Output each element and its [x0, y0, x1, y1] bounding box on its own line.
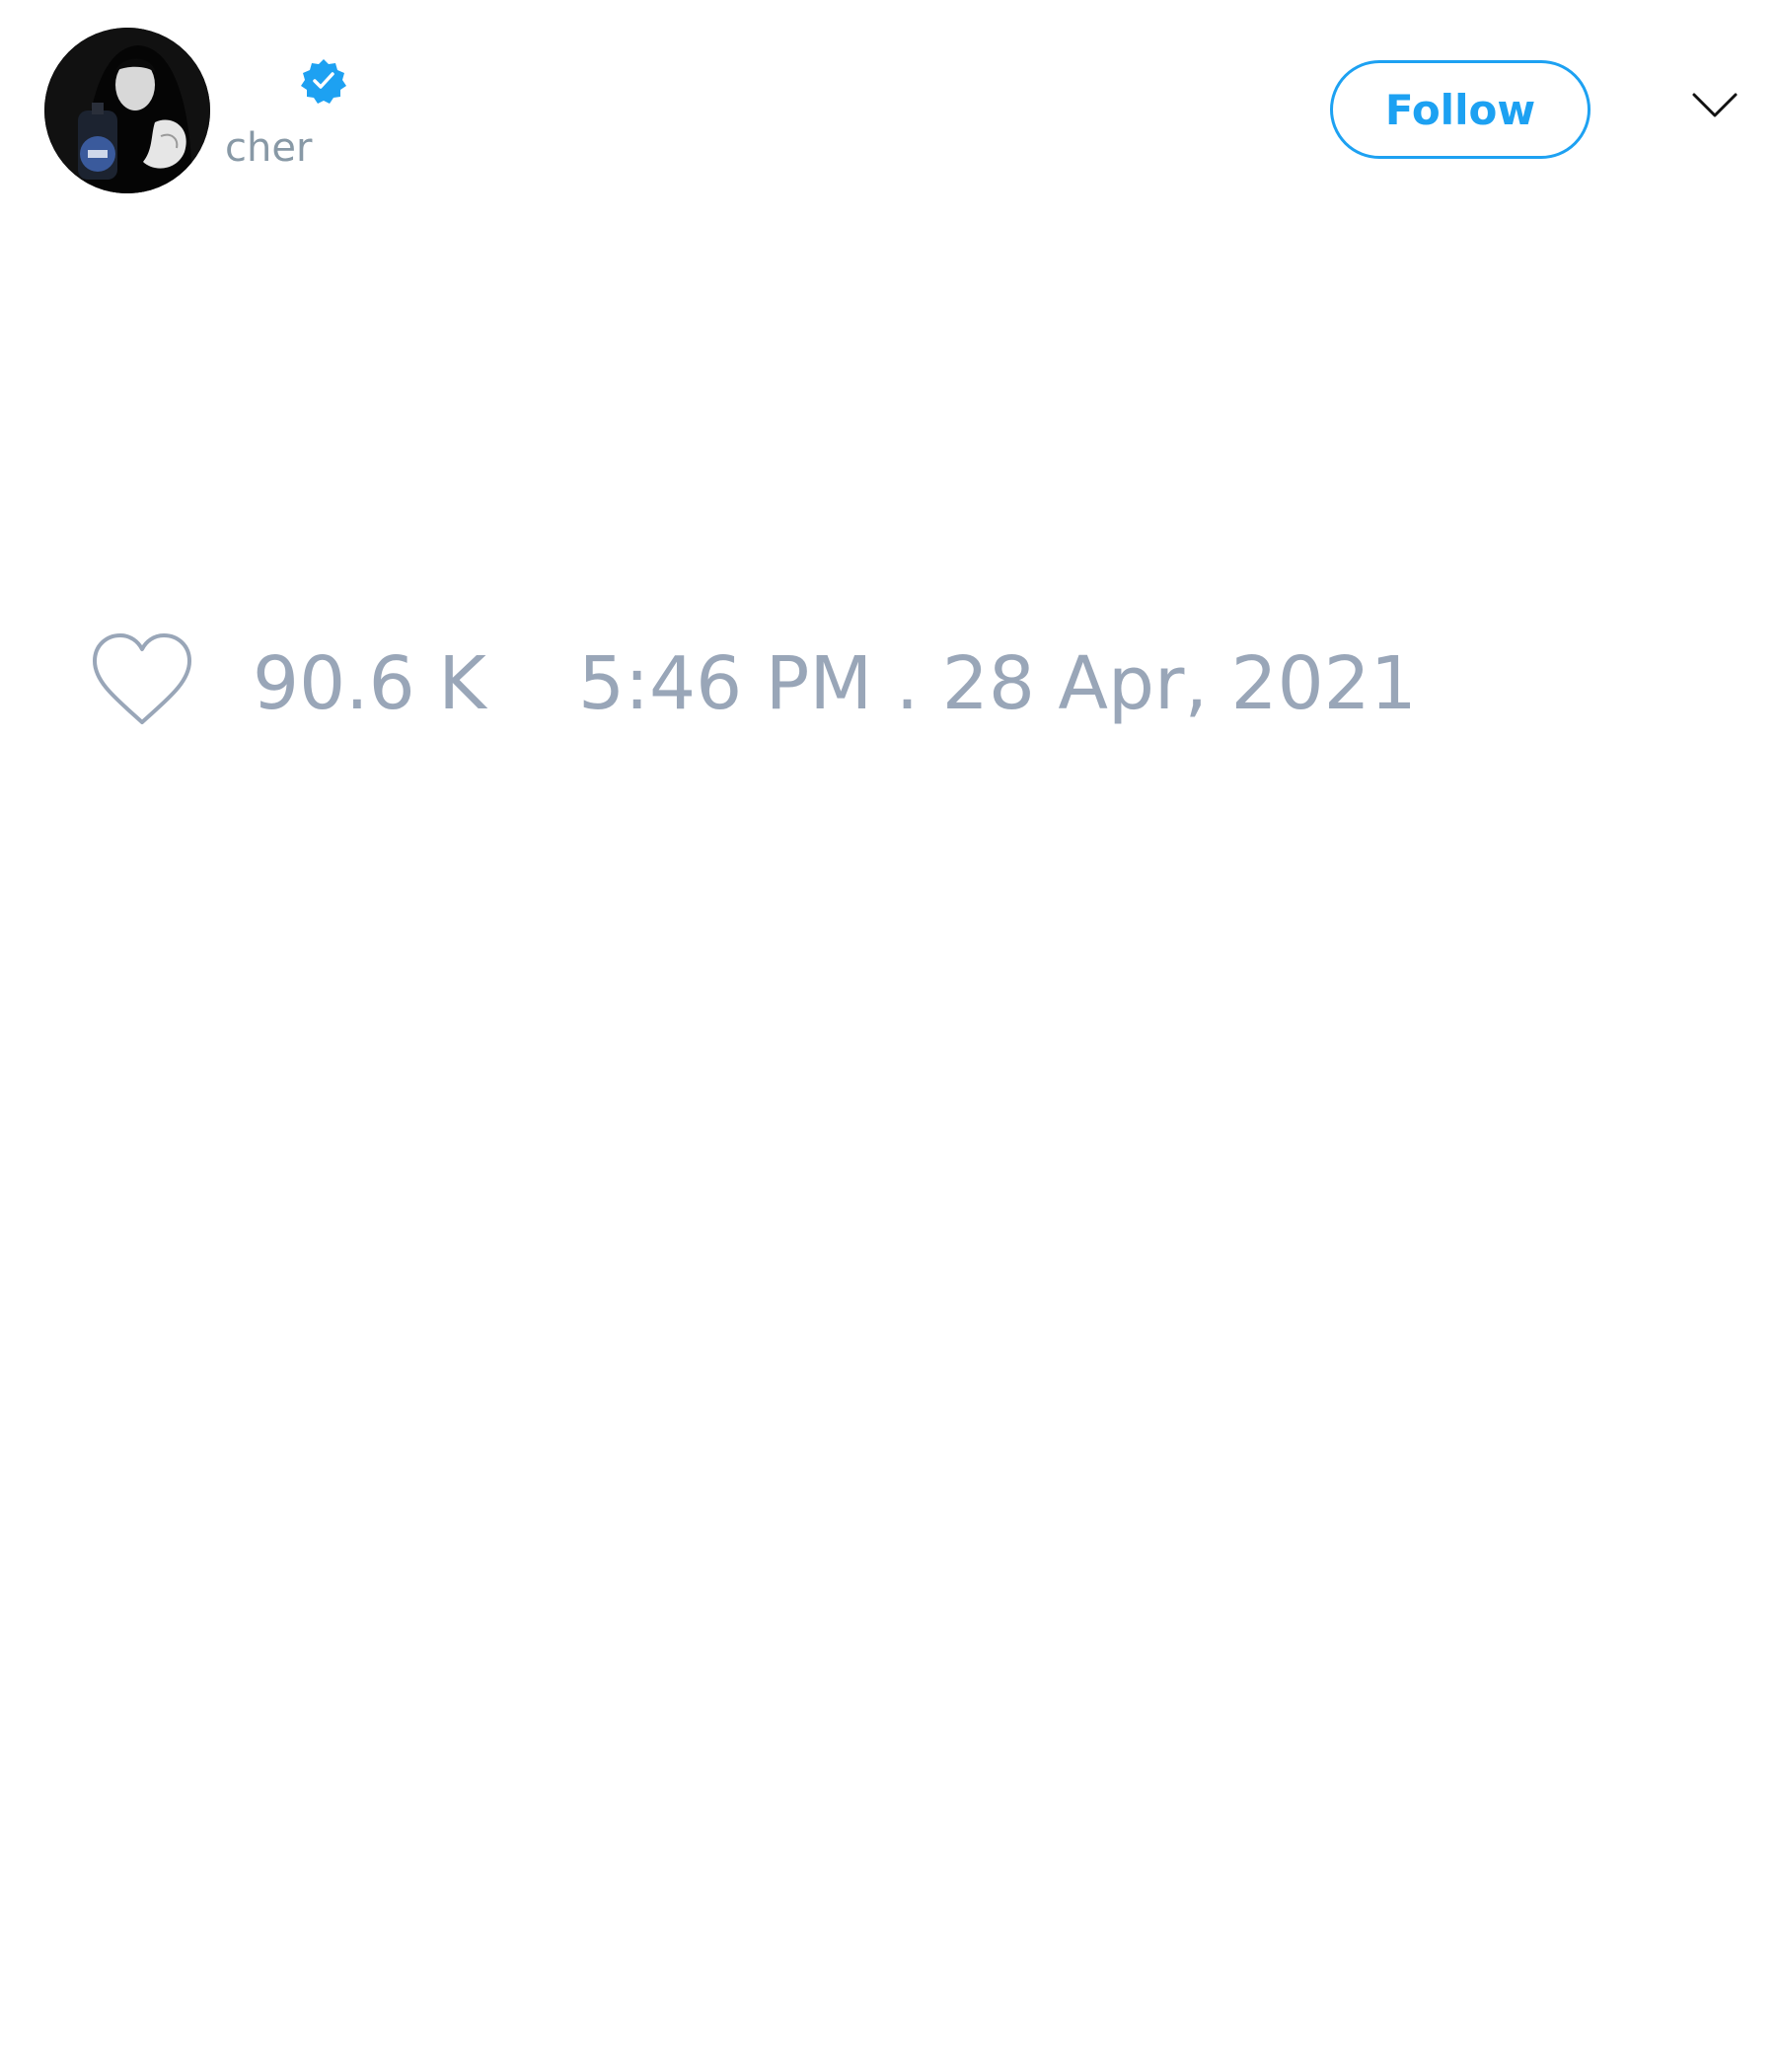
- avatar[interactable]: [44, 28, 210, 193]
- author-handle[interactable]: cher: [225, 124, 312, 172]
- verified-badge-icon: [301, 59, 346, 104]
- chevron-down-icon[interactable]: [1691, 91, 1739, 120]
- tweet-card: cher Follow 90.6 K 5:46 PM . 28 Apr, 202…: [0, 0, 1776, 2072]
- heart-outline-icon[interactable]: [89, 631, 195, 730]
- tweet-timestamp[interactable]: 5:46 PM . 28 Apr, 2021: [578, 641, 1417, 726]
- avatar-image: [44, 28, 210, 193]
- like-count: 90.6 K: [253, 641, 486, 726]
- follow-button[interactable]: Follow: [1330, 60, 1591, 159]
